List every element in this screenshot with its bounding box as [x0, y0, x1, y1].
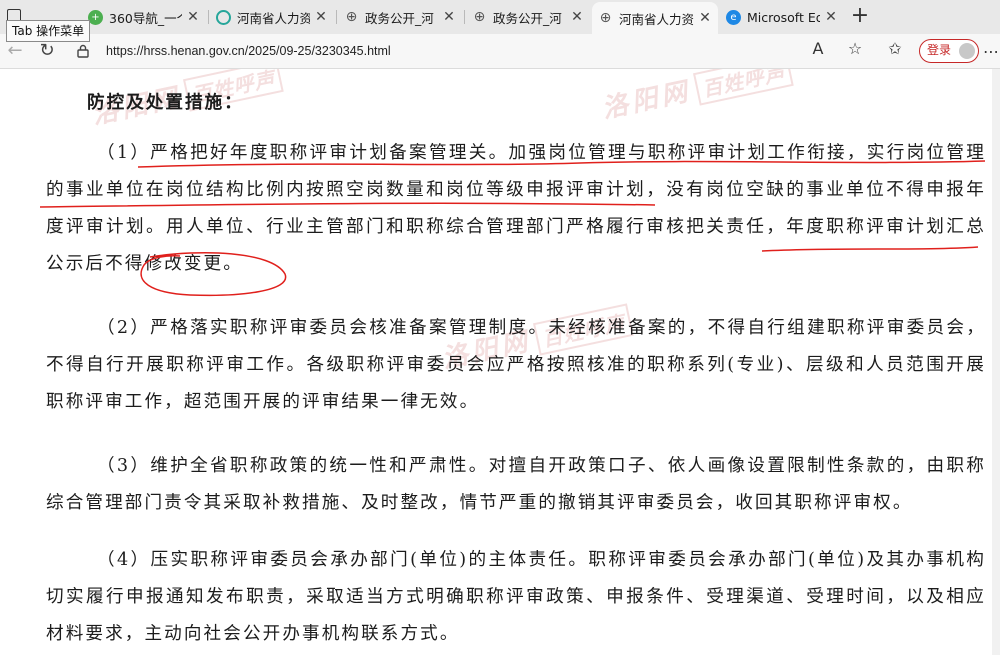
back-arrow-icon: ← — [7, 40, 23, 61]
search-circle-icon — [216, 9, 231, 25]
tab-title: 河南省人力资 — [619, 11, 694, 27]
more-options-button[interactable]: ⋯ — [983, 42, 999, 61]
tab-4[interactable]: ⊕ 政务公开_河 ✕ — [466, 4, 590, 30]
page-content: 洛阳网 百姓呼声 洛阳网 百姓呼声 洛阳网 百姓呼声 防控及处置措施： （1）严格把好… — [0, 69, 1000, 655]
close-icon[interactable]: ✕ — [698, 10, 712, 26]
tab-title: Microsoft Ed — [747, 9, 820, 25]
lock-icon — [77, 44, 89, 58]
section-heading: 防控及处置措施： — [87, 92, 244, 113]
avatar-icon — [959, 43, 975, 59]
paragraph-1: （1）严格把好年度职称评审计划备案管理关。加强岗位管理与职称评审计划工作衔接，实… — [46, 143, 986, 274]
tab-separator — [336, 10, 337, 24]
tab-title: 政务公开_河 — [365, 10, 434, 26]
edge-icon: e — [726, 9, 741, 25]
read-aloud-icon: A — [812, 39, 824, 58]
tab-title: 政务公开_河 — [493, 10, 562, 26]
more-icon: ⋯ — [983, 42, 999, 61]
read-aloud-button[interactable]: A — [808, 39, 828, 59]
close-icon[interactable]: ✕ — [824, 9, 838, 25]
login-label: 登录 — [927, 43, 952, 57]
login-button[interactable]: 登录 — [919, 39, 979, 63]
refresh-icon: ↻ — [39, 40, 55, 61]
address-bar[interactable]: https://hrss.henan.gov.cn/2025/09-25/323… — [66, 38, 906, 64]
star-icon: ☆ — [847, 39, 863, 58]
plus-icon: + — [850, 3, 870, 28]
tab-title: 河南省人力资 — [237, 10, 310, 26]
favorite-button[interactable]: ☆ — [845, 39, 865, 59]
favorites-icon: ✩ — [888, 39, 902, 58]
tab-2[interactable]: 河南省人力资 ✕ — [210, 4, 334, 30]
globe-icon: ⊕ — [345, 9, 358, 25]
tab-6[interactable]: e Microsoft Ed ✕ — [720, 4, 844, 30]
tab-title: 360导航_一个 — [109, 10, 182, 26]
tab-separator — [464, 10, 465, 24]
paragraph-2: （2）严格落实职称评审委员会核准备案管理制度。未经核准备案的，不得自行组建职称评… — [46, 318, 986, 412]
globe-icon: ⊕ — [599, 10, 612, 26]
favorites-button[interactable]: ✩ — [885, 39, 905, 59]
tab-3[interactable]: ⊕ 政务公开_河 ✕ — [338, 4, 462, 30]
tab-menu-tooltip: Tab 操作菜单 — [6, 20, 91, 42]
tab-1[interactable]: + 360导航_一个 ✕ — [82, 4, 206, 30]
globe-icon: ⊕ — [473, 9, 486, 25]
url-text: https://hrss.henan.gov.cn/2025/09-25/323… — [106, 44, 391, 58]
address-toolbar: ← ↻ https://hrss.henan.gov.cn/2025/09-25… — [0, 34, 1000, 69]
scrollbar[interactable] — [992, 69, 1000, 655]
watermark: 洛阳网 百姓呼声 — [598, 69, 794, 126]
tab-separator — [208, 10, 209, 24]
360-icon: + — [88, 9, 103, 25]
new-tab-button[interactable]: + — [848, 4, 872, 30]
paragraph-3: （3）维护全省职称政策的统一性和严肃性。对擅自开政策口子、依人画像设置限制性条款… — [46, 456, 986, 513]
tab-5-active[interactable]: ⊕ 河南省人力资 ✕ — [592, 2, 718, 34]
close-icon[interactable]: ✕ — [570, 9, 584, 25]
tab-strip: + 360导航_一个 ✕ 河南省人力资 ✕ ⊕ 政务公开_河 ✕ ⊕ 政务公开_… — [0, 0, 1000, 34]
paragraph-4: （4）压实职称评审委员会承办部门(单位)的主体责任。职称评审委员会承办部门(单位… — [46, 550, 986, 644]
close-icon[interactable]: ✕ — [314, 9, 328, 25]
close-icon[interactable]: ✕ — [442, 9, 456, 25]
close-icon[interactable]: ✕ — [186, 9, 200, 25]
